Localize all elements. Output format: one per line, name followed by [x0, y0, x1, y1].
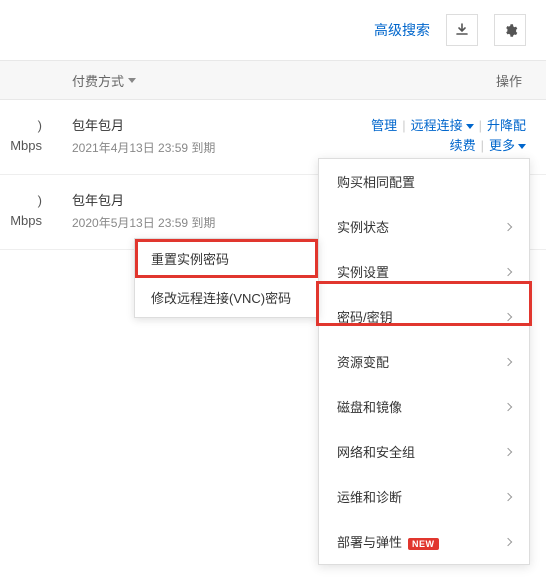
- gear-icon: [503, 23, 518, 38]
- chevron-right-icon: [504, 312, 512, 320]
- caret-down-icon: [518, 144, 526, 149]
- instance-settings-item[interactable]: 实例设置: [319, 249, 529, 294]
- more-dropdown: 购买相同配置 实例状态 实例设置 密码/密钥 资源变配 磁盘和镜像 网络和安全组…: [318, 158, 530, 565]
- manage-link[interactable]: 管理: [371, 118, 397, 133]
- payment-type-label: 包年包月: [72, 191, 215, 211]
- export-button[interactable]: [446, 14, 478, 46]
- download-icon: [455, 23, 469, 37]
- chevron-right-icon: [504, 267, 512, 275]
- resource-change-item[interactable]: 资源变配: [319, 339, 529, 384]
- caret-down-icon: [128, 78, 136, 83]
- top-bar: 高级搜索: [0, 0, 546, 60]
- payment-method-header[interactable]: 付费方式: [72, 71, 136, 90]
- renew-link[interactable]: 续费: [450, 138, 476, 153]
- advanced-search-link[interactable]: 高级搜索: [374, 20, 430, 40]
- more-link[interactable]: 更多: [489, 136, 526, 156]
- buy-same-config-item[interactable]: 购买相同配置: [319, 159, 529, 204]
- caret-down-icon: [466, 124, 474, 129]
- row-actions: 管理|远程连接|升降配 续费|更多: [371, 116, 526, 156]
- chevron-right-icon: [504, 447, 512, 455]
- scale-link[interactable]: 升降配: [487, 118, 526, 133]
- password-key-item[interactable]: 密码/密钥: [319, 294, 529, 339]
- instance-status-item[interactable]: 实例状态: [319, 204, 529, 249]
- table-header: 付费方式 操作: [0, 60, 546, 100]
- action-header: 操作: [496, 71, 522, 90]
- ops-diagnosis-item[interactable]: 运维和诊断: [319, 474, 529, 519]
- new-badge: NEW: [408, 538, 439, 550]
- chevron-right-icon: [504, 537, 512, 545]
- password-submenu: 重置实例密码 修改远程连接(VNC)密码: [134, 238, 319, 318]
- bandwidth-fragment: ) Mbps: [0, 116, 42, 158]
- chevron-right-icon: [504, 222, 512, 230]
- payment-type-label: 包年包月: [72, 116, 215, 136]
- expiry-label: 2021年4月13日 23:59 到期: [72, 138, 215, 158]
- payment-cell: 包年包月 2021年4月13日 23:59 到期: [72, 116, 215, 158]
- modify-vnc-password-item[interactable]: 修改远程连接(VNC)密码: [135, 278, 318, 317]
- expiry-label: 2020年5月13日 23:59 到期: [72, 213, 215, 233]
- bandwidth-fragment: ) Mbps: [0, 191, 42, 233]
- settings-button[interactable]: [494, 14, 526, 46]
- remote-connect-link[interactable]: 远程连接: [411, 116, 474, 136]
- network-security-item[interactable]: 网络和安全组: [319, 429, 529, 474]
- disk-image-item[interactable]: 磁盘和镜像: [319, 384, 529, 429]
- chevron-right-icon: [504, 402, 512, 410]
- chevron-right-icon: [504, 357, 512, 365]
- chevron-right-icon: [504, 492, 512, 500]
- deploy-elastic-item[interactable]: 部署与弹性NEW: [319, 519, 529, 564]
- reset-instance-password-item[interactable]: 重置实例密码: [135, 239, 318, 278]
- payment-method-header-label: 付费方式: [72, 71, 124, 90]
- payment-cell: 包年包月 2020年5月13日 23:59 到期: [72, 191, 215, 233]
